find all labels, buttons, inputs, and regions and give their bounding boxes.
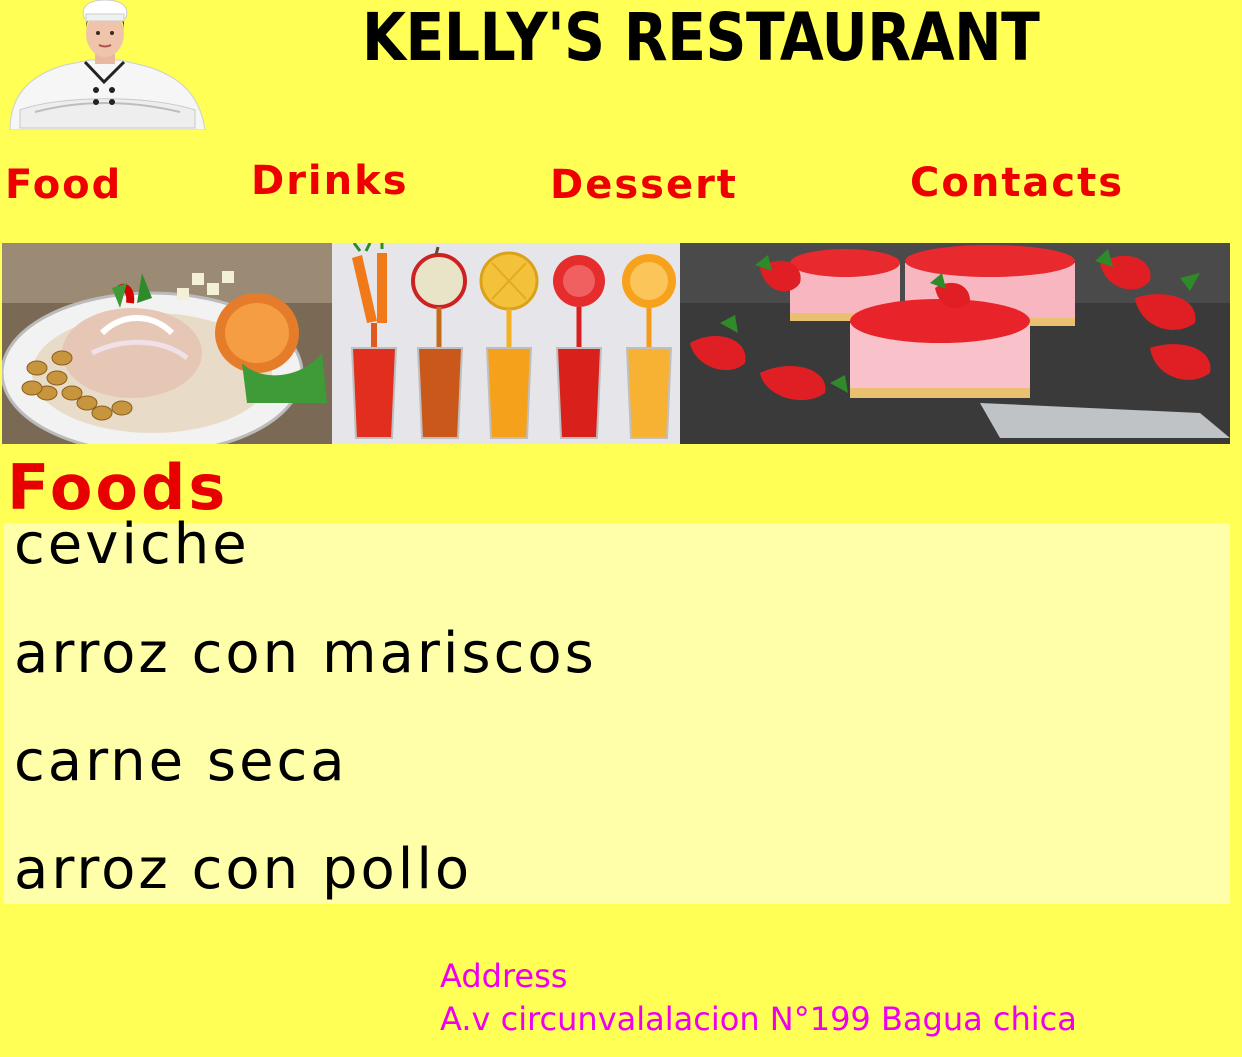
address-value: A.v circunvalalacion N°199 Bagua chica [440,1000,1077,1038]
nav-link-drinks[interactable]: Drinks [251,158,409,204]
menu-item-carne-seca: carne seca [14,729,348,794]
site-header: KELLY'S RESTAURANT [0,0,1242,140]
address-label: Address [440,957,568,995]
nav-link-contacts[interactable]: Contacts [910,160,1124,206]
banner-images [2,243,1230,444]
main-nav: Food Drinks Dessert Contacts [0,150,1242,220]
dessert-image [680,243,1230,444]
menu-item-arroz-con-pollo: arroz con pollo [14,837,473,902]
nav-link-food[interactable]: Food [5,162,122,208]
menu-item-arroz-con-mariscos: arroz con mariscos [14,621,597,686]
chef-logo-image [0,0,208,130]
address-footer: Address A.v circunvalalacion N°199 Bagua… [440,955,1230,1041]
ceviche-image [2,243,332,444]
food-menu-list: ceviche arroz con mariscos carne seca ar… [4,515,1230,904]
site-title: KELLY'S RESTAURANT [362,0,1040,76]
menu-item-ceviche: ceviche [14,512,250,577]
juices-image [332,243,680,444]
nav-link-dessert[interactable]: Dessert [550,162,738,208]
